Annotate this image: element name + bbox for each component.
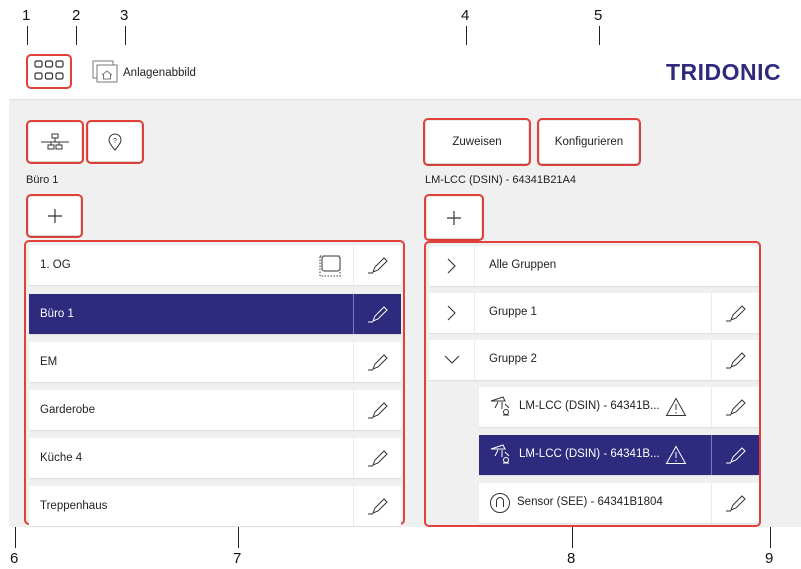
edit-button[interactable] [711,293,759,333]
chevron-down-icon[interactable] [429,340,475,380]
configure-button[interactable]: Konfigurieren [540,121,638,163]
warning-icon [665,397,687,422]
callout-3: 3 [120,7,129,24]
device-row[interactable]: LM-LCC (DSIN) - 64341B... [479,435,759,475]
room-label: EM [40,356,58,368]
group-row[interactable]: Gruppe 1 [429,293,759,333]
warning-icon [665,445,687,470]
luminaire-sensor-icon [489,395,515,422]
chevron-right-icon[interactable] [429,293,475,333]
room-label: Treppenhaus [40,500,108,512]
room-label: Küche 4 [40,452,83,464]
room-list-item[interactable]: 1. OG [29,245,401,285]
floor-area-icon [319,255,341,282]
leader-line-7 [238,525,239,548]
apps-grid-button[interactable] [26,54,72,89]
edit-pencil-icon [367,498,388,515]
sensor-row[interactable]: Sensor (SEE) - 64341B1804 [479,483,759,523]
edit-button[interactable] [353,438,401,478]
right-context-label: LM-LCC (DSIN) - 64341B21A4 [425,174,577,186]
edit-button[interactable] [711,483,759,523]
group-row[interactable]: Alle Gruppen [429,246,759,286]
room-list-item[interactable]: Küche 4 [29,438,401,478]
callout-6: 6 [10,550,19,567]
network-topology-icon [41,133,69,150]
tree-item-label: Alle Gruppen [489,259,557,271]
location-help-button[interactable]: ? [89,123,141,161]
plus-icon [447,210,461,225]
chevron-right-icon[interactable] [429,246,475,286]
right-add-button[interactable] [427,197,481,238]
apps-grid-icon [34,60,64,80]
tree-item-label: Sensor (SEE) - 64341B1804 [517,496,663,508]
room-label: 1. OG [40,259,71,271]
edit-pencil-icon [725,305,746,322]
edit-button[interactable] [711,340,759,380]
brand-logo: TRIDONIC [666,59,782,85]
app-window: Anlagenabbild TRIDONIC ? Büro 1 1. OG Bü… [9,45,801,527]
room-list-item[interactable]: Garderobe [29,390,401,430]
edit-button[interactable] [353,342,401,382]
tree-item-label: LM-LCC (DSIN) - 64341B... [519,448,660,460]
callout-9: 9 [765,550,774,567]
edit-button[interactable] [711,387,759,427]
callout-4: 4 [461,7,470,24]
callout-2: 2 [72,7,81,24]
edit-pencil-icon [367,402,388,419]
location-help-icon: ? [108,133,122,151]
callout-7: 7 [233,550,242,567]
building-home-icon[interactable] [91,59,119,85]
edit-pencil-icon [725,495,746,512]
svg-text:?: ? [113,138,117,145]
callout-5: 5 [594,7,603,24]
room-label: Büro 1 [40,308,74,320]
edit-button[interactable] [353,245,401,285]
plus-icon [47,209,62,223]
assign-button[interactable]: Zuweisen [426,121,528,163]
room-list-item[interactable]: EM [29,342,401,382]
room-list-item[interactable]: Büro 1 [29,294,401,334]
page-title: Anlagenabbild [123,67,196,79]
edit-button[interactable] [353,486,401,526]
edit-pencil-icon [725,399,746,416]
sensor-icon [489,492,511,519]
callout-8: 8 [567,550,576,567]
group-row[interactable]: Gruppe 2 [429,340,759,380]
tree-item-label: Gruppe 1 [489,306,537,318]
luminaire-sensor-icon [489,443,515,470]
edit-pencil-icon [367,450,388,467]
device-row[interactable]: LM-LCC (DSIN) - 64341B... [479,387,759,427]
room-label: Garderobe [40,404,95,416]
edit-button[interactable] [711,435,759,475]
left-add-button[interactable] [29,197,80,235]
edit-pencil-icon [367,354,388,371]
network-view-button[interactable] [29,123,81,161]
room-list-item[interactable]: Treppenhaus [29,486,401,526]
edit-button[interactable] [353,390,401,430]
edit-pencil-icon [725,352,746,369]
top-bar: Anlagenabbild TRIDONIC [9,45,801,100]
edit-pencil-icon [367,257,388,274]
edit-pencil-icon [367,306,388,323]
leader-line-8 [572,527,573,548]
tree-item-label: Gruppe 2 [489,353,537,365]
edit-pencil-icon [725,447,746,464]
left-context-label: Büro 1 [26,174,59,186]
edit-button[interactable] [353,294,401,334]
tree-item-label: LM-LCC (DSIN) - 64341B... [519,400,660,412]
callout-1: 1 [22,7,31,24]
